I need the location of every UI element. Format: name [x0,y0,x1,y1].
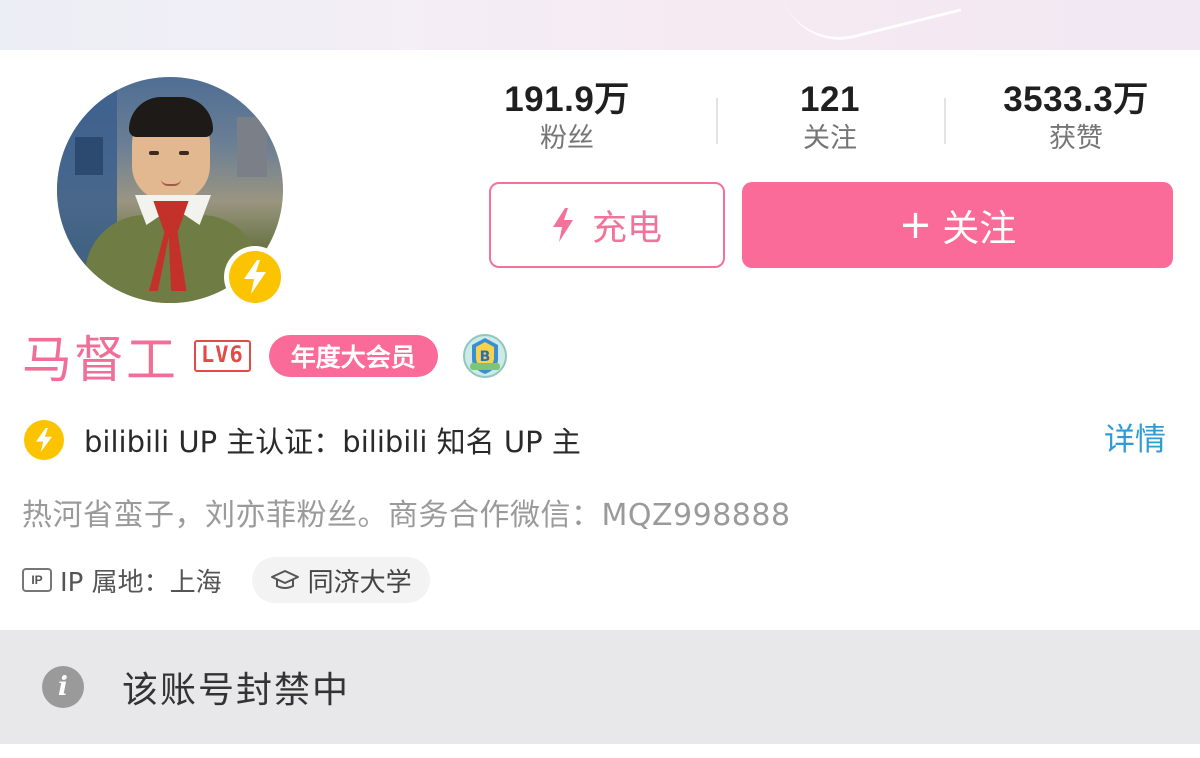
profile-banner [0,0,1200,50]
name-row: 马督工 LV6 年度大会员 B [22,322,508,390]
certification-icon [24,420,64,460]
likes-label: 获赞 [1049,123,1103,154]
plus-icon: + [898,202,933,248]
stat-divider [944,98,946,144]
following-count: 121 [800,80,860,119]
banner-decoration [778,0,962,50]
profile-header: 191.9万 粉丝 121 关注 3533.3万 获赞 充电 + 关注 马督工 … [0,50,1200,630]
ip-location: IP 属地：上海 [60,567,222,598]
stat-followers[interactable]: 191.9万 粉丝 [457,78,677,156]
follow-button-label: 关注 [942,207,1017,250]
info-icon: i [42,666,84,708]
banned-text: 该账号封禁中 [122,670,351,711]
lightning-icon [552,208,573,242]
charge-badge-icon [224,246,286,308]
account-banned-notice: i 该账号封禁中 [0,630,1200,744]
stat-likes[interactable]: 3533.3万 获赞 [966,78,1186,156]
followers-count: 191.9万 [504,80,630,119]
vip-badge[interactable]: 年度大会员 [268,335,438,377]
follow-button[interactable]: + 关注 [742,182,1173,268]
graduation-cap-icon [270,570,299,589]
certification-text: bilibili UP 主认证：bilibili 知名 UP 主 [84,425,581,459]
likes-count: 3533.3万 [1003,80,1149,119]
bottom-spacer [0,744,1200,758]
username: 马督工 [22,331,178,389]
ip-icon: IP [22,568,52,592]
certification-row: bilibili UP 主认证：bilibili 知名 UP 主 [24,418,581,462]
followers-label: 粉丝 [540,123,594,154]
stat-following[interactable]: 121 关注 [720,78,940,156]
level-badge[interactable]: LV6 [194,340,251,372]
medal-icon[interactable]: B [462,333,508,379]
charge-button-label: 充电 [591,208,662,249]
charge-button[interactable]: 充电 [489,182,725,268]
following-label: 关注 [803,123,857,154]
school-tag[interactable]: 同济大学 [251,557,430,603]
ip-row: IP IP 属地：上海 同济大学 [22,556,430,604]
school-name: 同济大学 [307,567,412,598]
bio-text: 热河省蛮子，刘亦菲粉丝。商务合作微信：MQZ998888 [22,498,791,533]
svg-text:B: B [479,349,490,365]
stat-divider [716,98,718,144]
profile-page: 191.9万 粉丝 121 关注 3533.3万 获赞 充电 + 关注 马督工 … [0,0,1200,758]
details-link[interactable]: 详情 [1104,414,1166,459]
